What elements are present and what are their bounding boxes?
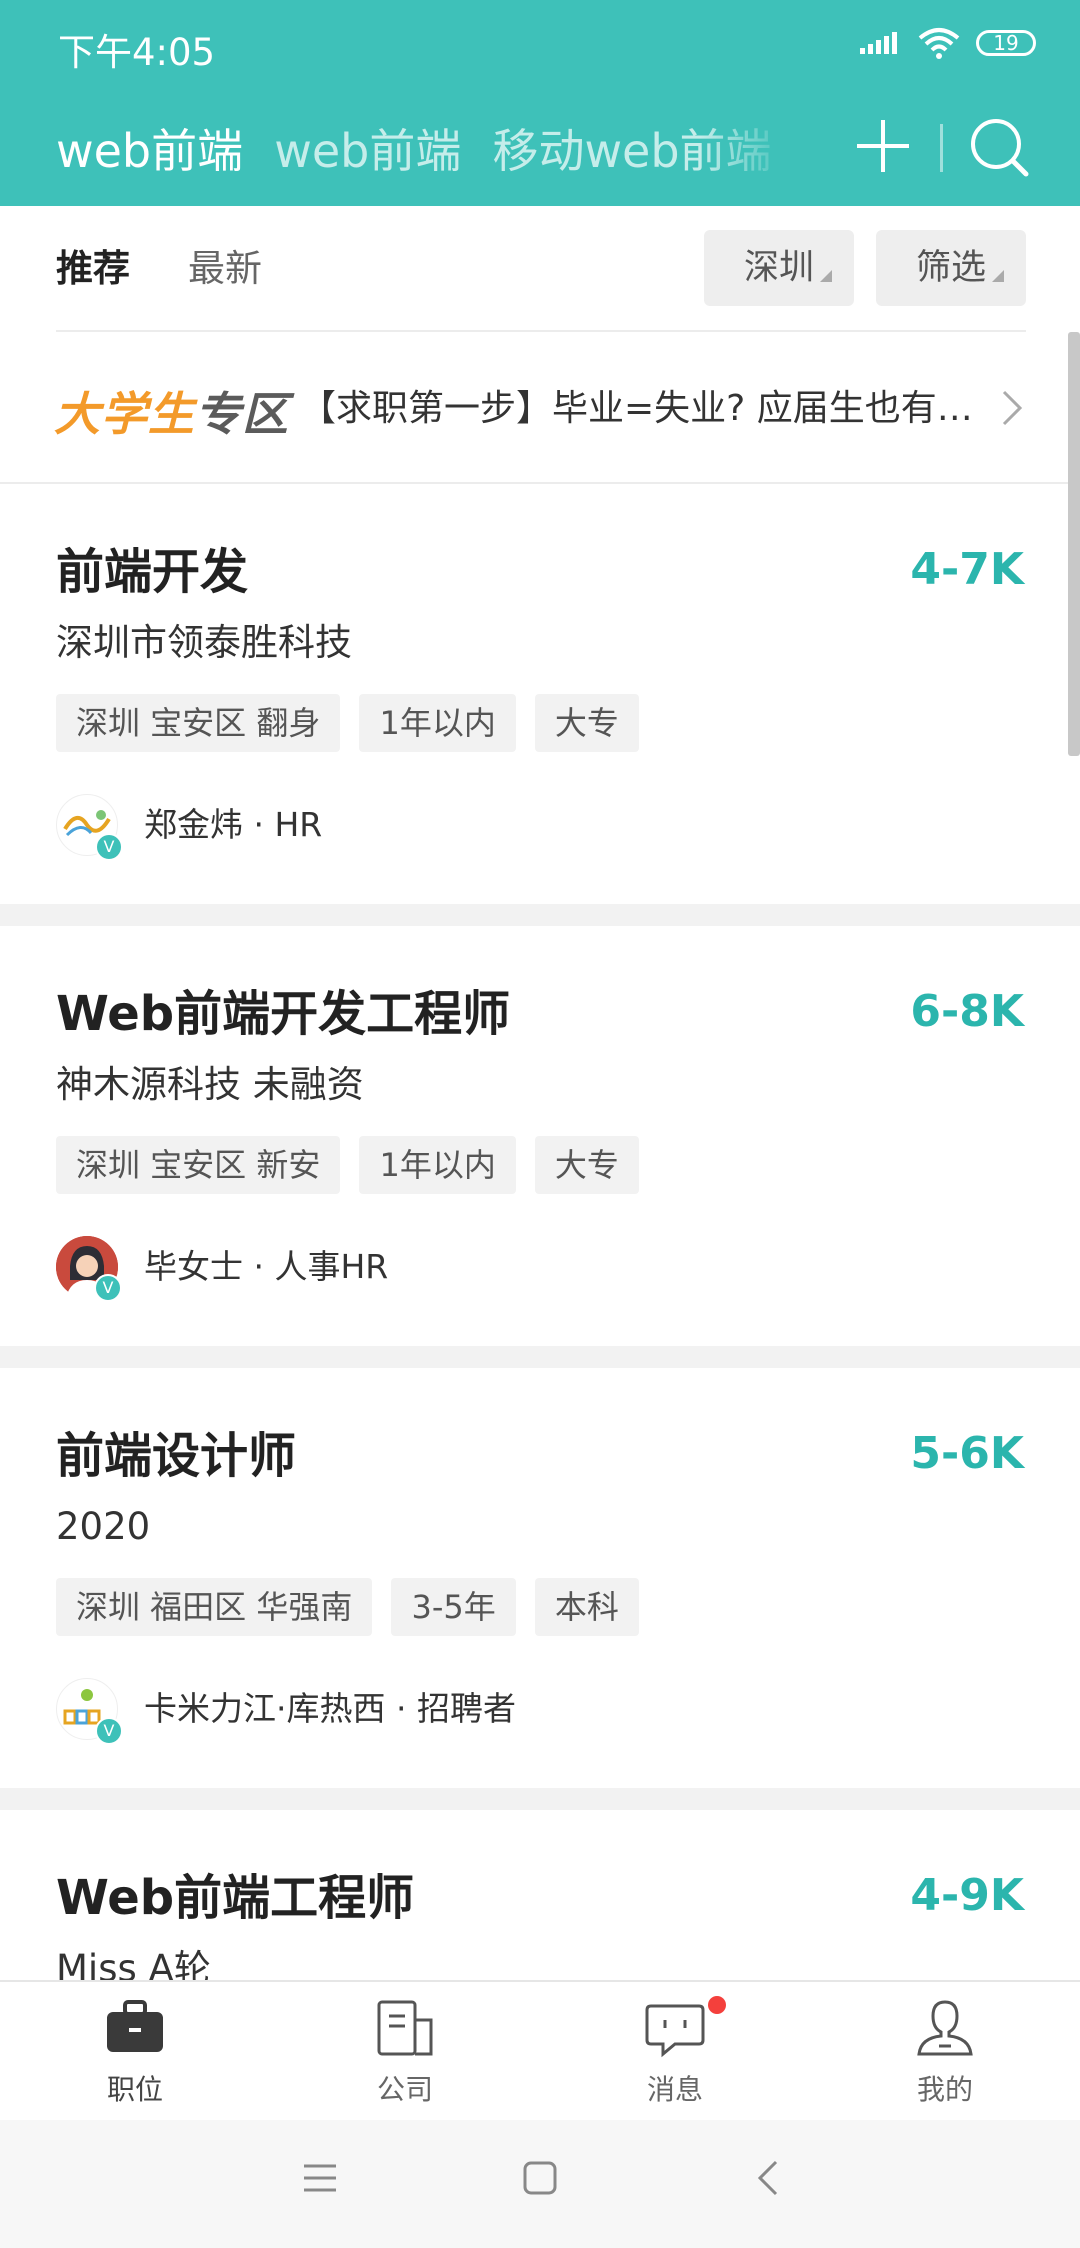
card-separator (0, 1346, 1080, 1368)
student-zone-banner[interactable]: 大学生专区 【求职第一步】毕业=失业? 应届生也有… (0, 332, 1080, 482)
search-icon[interactable] (968, 116, 1030, 178)
company-name: 神木源科技 未融资 (56, 1063, 364, 1106)
card-separator (0, 1788, 1080, 1810)
job-title: 前端开发 (56, 544, 249, 600)
verified-badge-icon: V (95, 833, 123, 861)
battery-icon: 19 (976, 30, 1036, 56)
job-card[interactable]: 前端开发 4-7K 深圳市领泰胜科技 深圳 宝安区 翻身 1年以内 大专 V 郑… (0, 484, 1080, 904)
sort-bar: 推荐 最新 深圳 筛选 (0, 206, 1080, 332)
job-salary: 5-6K (910, 1428, 1024, 1479)
briefcase-icon (107, 2000, 163, 2052)
job-salary: 6-8K (910, 986, 1024, 1037)
recruiter-name: 卡米力江·库热西 · 招聘者 (144, 1689, 516, 1728)
nav-label: 公司 (376, 2073, 433, 2106)
tag-location: 深圳 宝安区 新安 (56, 1136, 341, 1194)
app-header: 下午4:05 19 web前端 web前端 移动web前端 (0, 0, 1080, 206)
company-name: 深圳市领泰胜科技 (56, 621, 352, 664)
status-bar: 下午4:05 19 (0, 0, 1080, 92)
tag-education: 大专 (534, 694, 639, 752)
tab-web-frontend-2[interactable]: web前端 (274, 118, 461, 184)
nav-messages[interactable]: 消息 (540, 1982, 810, 2122)
chevron-right-icon (1002, 390, 1023, 426)
tab-web-frontend-1[interactable]: web前端 (56, 118, 243, 184)
nav-label: 我的 (916, 2073, 973, 2106)
status-time: 下午4:05 (58, 31, 216, 74)
nav-label: 职位 (106, 2073, 163, 2106)
profile-icon (917, 2000, 973, 2056)
student-zone-logo: 大学生专区 (54, 378, 289, 444)
job-salary: 4-7K (910, 544, 1024, 595)
menu-icon[interactable] (302, 2160, 338, 2196)
avatar: V (56, 1678, 123, 1745)
dropdown-triangle-icon (992, 270, 1004, 282)
plus-icon[interactable] (855, 118, 911, 174)
bottom-navigation: 职位 公司 消息 我的 (0, 1980, 1080, 2120)
job-card[interactable]: 前端设计师 5-6K 2020 深圳 福田区 华强南 3-5年 本科 V 卡米力… (0, 1368, 1080, 1788)
tabs-fade (700, 118, 790, 184)
verified-badge-icon: V (94, 1274, 122, 1302)
scrollbar[interactable] (1068, 332, 1080, 756)
back-icon[interactable] (752, 2160, 788, 2196)
message-icon (645, 2004, 705, 2058)
dropdown-triangle-icon (820, 270, 832, 282)
tag-location: 深圳 宝安区 翻身 (56, 694, 341, 752)
nav-company[interactable]: 公司 (270, 1982, 540, 2122)
company-icon (377, 2000, 433, 2056)
sort-recommended[interactable]: 推荐 (56, 244, 130, 294)
card-separator (0, 904, 1080, 926)
job-card[interactable]: Web前端开发工程师 6-8K 神木源科技 未融资 深圳 宝安区 新安 1年以内… (0, 926, 1080, 1346)
tag-location: 深圳 福田区 华强南 (56, 1578, 373, 1636)
tag-experience: 1年以内 (359, 694, 516, 752)
tag-experience: 1年以内 (359, 1136, 516, 1194)
system-navigation-bar (0, 2120, 1080, 2248)
city-label: 深圳 (743, 248, 814, 288)
avatar: V (56, 1236, 122, 1302)
banner-text: 【求职第一步】毕业=失业? 应届生也有… (300, 388, 973, 429)
signal-icon (860, 32, 897, 54)
company-name: 2020 (56, 1505, 151, 1548)
sort-latest[interactable]: 最新 (188, 244, 262, 294)
job-title: 前端设计师 (56, 1428, 297, 1484)
recruiter-name: 毕女士 · 人事HR (144, 1247, 389, 1286)
nav-profile[interactable]: 我的 (810, 1982, 1080, 2122)
tag-experience: 3-5年 (391, 1578, 516, 1636)
job-salary: 4-9K (910, 1870, 1024, 1921)
header-divider (940, 124, 943, 172)
avatar: V (56, 794, 123, 861)
logo-text-1: 大学生 (54, 387, 195, 441)
job-tags: 深圳 福田区 华强南 3-5年 本科 (56, 1578, 653, 1638)
city-dropdown[interactable]: 深圳 (704, 230, 854, 306)
logo-text-2: 专区 (195, 387, 289, 441)
company-name: Miss A轮 (56, 1947, 211, 1980)
recruiter-name: 郑金炜 · HR (144, 805, 323, 844)
tag-education: 本科 (534, 1578, 639, 1636)
job-tags: 深圳 宝安区 翻身 1年以内 大专 (56, 694, 653, 754)
nav-jobs[interactable]: 职位 (0, 1982, 270, 2122)
filter-dropdown[interactable]: 筛选 (876, 230, 1026, 306)
wifi-icon (918, 28, 960, 59)
tag-education: 大专 (534, 1136, 639, 1194)
notification-dot (708, 1996, 726, 2014)
job-card[interactable]: Web前端工程师 4-9K Miss A轮 (0, 1810, 1080, 1980)
job-tags: 深圳 宝安区 新安 1年以内 大专 (56, 1136, 653, 1196)
job-title: Web前端开发工程师 (56, 986, 511, 1042)
nav-label: 消息 (646, 2073, 703, 2106)
verified-badge-icon: V (95, 1717, 123, 1745)
header-tabs: web前端 web前端 移动web前端 (56, 118, 786, 184)
home-icon[interactable] (522, 2160, 558, 2196)
filter-label: 筛选 (915, 248, 986, 288)
job-title: Web前端工程师 (56, 1870, 415, 1926)
